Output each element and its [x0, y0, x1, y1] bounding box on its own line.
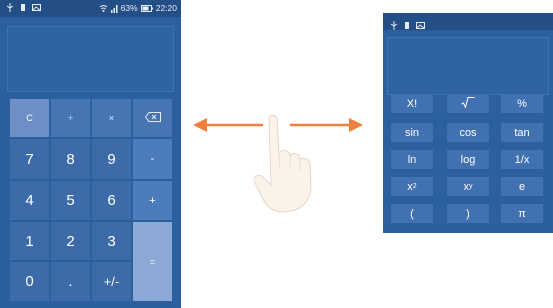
reciprocal-button[interactable]: 1/x: [501, 150, 543, 169]
battery-icon: [140, 4, 153, 13]
digit-2-button[interactable]: 2: [51, 222, 90, 260]
factorial-button[interactable]: X!: [391, 94, 433, 113]
open-paren-button[interactable]: (: [391, 204, 433, 223]
signal-icon: [110, 4, 118, 13]
digit-4-button[interactable]: 4: [10, 181, 49, 220]
plus-minus-button[interactable]: +/-: [92, 262, 131, 301]
plus-button[interactable]: +: [133, 181, 172, 220]
calculator-display: [7, 26, 174, 92]
close-paren-button[interactable]: ): [447, 204, 489, 223]
digit-9-button[interactable]: 9: [92, 139, 131, 179]
right-arrow-icon: [290, 118, 363, 132]
digit-0-button[interactable]: 0: [10, 262, 49, 301]
power-exponent: y: [469, 183, 473, 190]
clock: 22:20: [155, 3, 177, 13]
digit-5-button[interactable]: 5: [51, 181, 90, 220]
square-button[interactable]: x2: [391, 177, 433, 196]
cos-button[interactable]: cos: [447, 123, 489, 142]
status-bar-scientific: [383, 13, 553, 30]
battery-percent: 63%: [120, 3, 138, 13]
left-arrow-icon: [193, 118, 263, 132]
notification-icon: [19, 3, 27, 12]
digit-6-button[interactable]: 6: [92, 181, 131, 220]
multiply-button[interactable]: ×: [92, 99, 131, 137]
image-icon: [32, 3, 41, 12]
decimal-button[interactable]: .: [51, 262, 90, 301]
backspace-icon: [144, 112, 161, 124]
euler-button[interactable]: e: [501, 177, 543, 196]
tan-button[interactable]: tan: [501, 123, 543, 142]
log-button[interactable]: log: [447, 150, 489, 169]
pi-button[interactable]: π: [501, 204, 543, 223]
scientific-calculator-screen: X! % sin cos tan ln log 1/x x2 xy e ( ) …: [383, 13, 553, 233]
pointing-hand-icon: [253, 114, 312, 213]
minus-button[interactable]: -: [133, 139, 172, 179]
power-button[interactable]: xy: [447, 177, 489, 196]
status-bar: 63% 22:20: [0, 0, 181, 17]
square-exponent: 2: [412, 183, 417, 190]
scientific-display: [387, 37, 549, 95]
percent-button[interactable]: %: [501, 94, 543, 113]
digit-3-button[interactable]: 3: [92, 222, 131, 260]
equals-button[interactable]: =: [133, 222, 172, 301]
backspace-button[interactable]: [133, 99, 172, 137]
sqrt-button[interactable]: [447, 94, 489, 113]
basic-calculator-screen: 63% 22:20 C ÷ × 7 8 9 - 4 5 6 + 1 2 3 = …: [0, 0, 181, 308]
wifi-icon: [99, 4, 108, 13]
divide-button[interactable]: ÷: [51, 99, 90, 137]
sqrt-icon: [461, 96, 475, 111]
digit-7-button[interactable]: 7: [10, 139, 49, 179]
usb-icon: [390, 17, 398, 30]
digit-1-button[interactable]: 1: [10, 222, 49, 260]
ln-button[interactable]: ln: [391, 150, 433, 169]
swipe-gesture-illustration: [185, 95, 365, 225]
sin-button[interactable]: sin: [391, 123, 433, 142]
digit-8-button[interactable]: 8: [51, 139, 90, 179]
notification-icon: [403, 17, 411, 29]
usb-icon: [6, 3, 14, 12]
clear-button[interactable]: C: [10, 99, 49, 137]
image-icon: [416, 17, 425, 29]
